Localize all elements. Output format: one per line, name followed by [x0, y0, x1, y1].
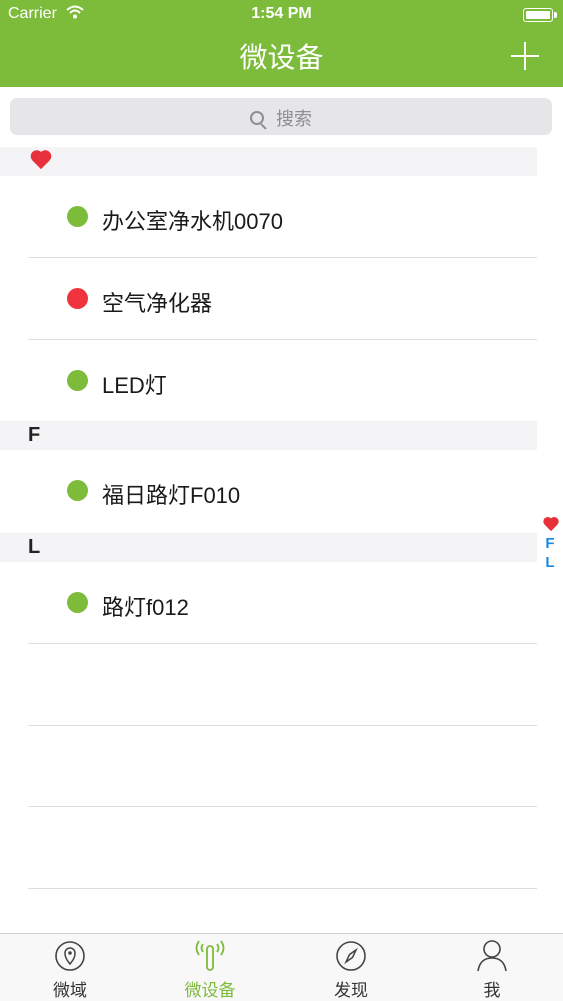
- device-signal-icon: [195, 940, 225, 971]
- separator: [28, 806, 537, 807]
- section-letter: F: [28, 424, 41, 446]
- status-bar: Carrier 1:54 PM: [0, 0, 563, 28]
- tab-label: 我: [483, 981, 501, 1000]
- battery-icon: [523, 8, 557, 22]
- tab-label: 微域: [53, 981, 87, 1000]
- search-icon: [250, 111, 266, 127]
- separator: [28, 888, 537, 889]
- tab-devices[interactable]: 微设备: [140, 934, 280, 1001]
- list-item[interactable]: 路灯f012: [0, 562, 537, 643]
- section-header-favorites: [0, 147, 537, 176]
- status-dot-online: [67, 480, 88, 501]
- list-item[interactable]: LED灯: [0, 340, 537, 421]
- tab-discover[interactable]: 发现: [281, 934, 421, 1001]
- search-input[interactable]: 搜索: [10, 98, 552, 135]
- index-favorites[interactable]: [540, 515, 560, 534]
- heart-icon: [30, 151, 52, 171]
- device-name: 路灯f012: [102, 595, 189, 620]
- index-letter-f[interactable]: F: [540, 534, 560, 553]
- index-letter-l[interactable]: L: [540, 553, 560, 572]
- device-name: 办公室净水机0070: [102, 209, 283, 234]
- device-name: 福日路灯F010: [102, 483, 241, 508]
- section-header-l: L: [0, 533, 537, 562]
- list-item[interactable]: 福日路灯F010: [0, 450, 537, 531]
- list-item[interactable]: 空气净化器: [0, 258, 537, 339]
- tab-weiyu[interactable]: 微域: [0, 934, 140, 1001]
- compass-icon: [336, 941, 366, 971]
- section-index[interactable]: F L: [540, 515, 560, 572]
- person-icon: [477, 940, 507, 972]
- section-header-f: F: [0, 421, 537, 450]
- section-letter: L: [28, 536, 41, 558]
- search-placeholder: 搜索: [276, 109, 312, 129]
- tab-bar: 微域 微设备 发现 我: [0, 933, 563, 1001]
- device-name: LED灯: [102, 373, 167, 398]
- navigation-bar: Carrier 1:54 PM 微设备: [0, 0, 563, 87]
- tab-label: 微设备: [184, 981, 236, 1000]
- status-dot-offline: [67, 288, 88, 309]
- separator: [28, 643, 537, 644]
- heart-icon: [543, 518, 560, 533]
- list-item[interactable]: 办公室净水机0070: [0, 176, 537, 257]
- status-time: 1:54 PM: [251, 5, 312, 22]
- tab-me[interactable]: 我: [422, 934, 562, 1001]
- location-pin-icon: [55, 941, 85, 971]
- tab-label: 发现: [334, 981, 368, 1000]
- device-name: 空气净化器: [102, 291, 213, 316]
- status-dot-online: [67, 370, 88, 391]
- separator: [28, 725, 537, 726]
- status-dot-online: [67, 206, 88, 227]
- add-device-button[interactable]: [511, 42, 539, 70]
- page-title: 微设备: [239, 42, 324, 73]
- status-dot-online: [67, 592, 88, 613]
- search-bar: 搜索: [0, 87, 563, 147]
